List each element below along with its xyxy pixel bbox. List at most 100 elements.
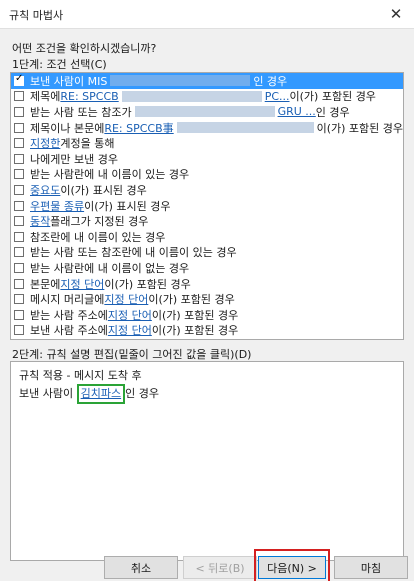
condition-checkbox[interactable]	[14, 278, 24, 289]
condition-text: 본문에	[30, 277, 61, 291]
condition-checkbox[interactable]	[14, 309, 24, 320]
condition-row[interactable]: 제목이나 본문에 RE: SPCCB事 이(가) 포함된 경우	[11, 120, 403, 136]
condition-row[interactable]: 메시지 머리글에 지정 단어 이(가) 포함된 경우	[11, 291, 403, 307]
condition-text: 보낸 사람이 MIS	[30, 74, 108, 88]
button-row: 취소 < 뒤로(B) 다음(N) > 마침	[0, 556, 414, 581]
condition-row[interactable]: 범주가 범주(으)로 지정된 경우	[11, 338, 403, 339]
condition-text: 이(가) 포함된 경우	[151, 324, 239, 338]
condition-row[interactable]: 지정한 계정을 통해	[11, 135, 403, 151]
description-sender-suffix: 인 경우	[125, 387, 159, 400]
condition-text: 이(가) 포함된 경우	[289, 90, 376, 104]
condition-text: 인 경우	[253, 74, 288, 88]
condition-row[interactable]: 받는 사람란에 내 이름이 있는 경우	[11, 167, 403, 183]
redacted-text	[121, 90, 262, 102]
description-line-apply: 규칙 적용 - 메시지 도착 후	[19, 369, 142, 382]
condition-checkbox[interactable]	[14, 247, 24, 258]
condition-checkbox[interactable]	[14, 122, 24, 133]
condition-row[interactable]: 참조란에 내 이름이 있는 경우	[11, 229, 403, 245]
condition-value-link[interactable]: 지정 단어	[108, 323, 152, 339]
condition-row[interactable]: 본문에 지정 단어 이(가) 포함된 경우	[11, 276, 403, 292]
condition-checkbox[interactable]	[14, 216, 24, 227]
condition-row[interactable]: 받는 사람 또는 참조란에 내 이름이 있는 경우	[11, 245, 403, 261]
condition-value-link[interactable]: GRU ...	[278, 105, 316, 118]
condition-row[interactable]: 받는 사람 주소에 지정 단어 이(가) 포함된 경우	[11, 307, 403, 323]
condition-text: 인 경우	[315, 105, 350, 119]
condition-value-link[interactable]: 중요도	[30, 182, 60, 198]
rules-wizard-dialog: 어떤 조건을 확인하시겠습니까? 1단계: 조건 선택(C) ✓ 보낸 사람이 M…	[0, 28, 414, 581]
title-bar: 규칙 마법사 ✕	[0, 0, 414, 28]
condition-value-link[interactable]: PC...	[265, 90, 290, 103]
condition-text: 이(가) 포함된 경우	[316, 121, 403, 135]
redacted-text	[176, 122, 314, 134]
condition-text: 보낸 사람 주소에	[30, 324, 108, 338]
condition-text: 받는 사람 또는 참조란에 내 이름이 있는 경우	[30, 246, 237, 260]
condition-text: 이(가) 포함된 경우	[148, 293, 235, 307]
close-icon[interactable]: ✕	[386, 4, 406, 24]
condition-text: 제목이나 본문에	[30, 121, 105, 135]
condition-checkbox[interactable]	[14, 106, 24, 117]
condition-row[interactable]: 받는 사람란에 내 이름이 없는 경우	[11, 260, 403, 276]
condition-checkbox[interactable]	[14, 200, 24, 211]
finish-button[interactable]: 마침	[334, 556, 408, 579]
condition-checkbox[interactable]	[14, 262, 24, 273]
conditions-list[interactable]: ✓ 보낸 사람이 MIS 인 경우 제목에 RE: SPCCB PC... 이(가) 포함…	[10, 72, 404, 340]
condition-text: 이(가) 포함된 경우	[151, 308, 239, 322]
condition-checkbox[interactable]	[14, 294, 24, 305]
condition-row[interactable]: ✓ 보낸 사람이 MIS 인 경우	[11, 73, 403, 89]
condition-text: 계정을 통해	[60, 137, 115, 151]
condition-checkbox[interactable]	[14, 91, 24, 102]
condition-value-link[interactable]: 동작	[30, 213, 50, 229]
condition-checkbox[interactable]: ✓	[14, 73, 24, 86]
condition-text: 범주가	[30, 338, 60, 339]
condition-value-link[interactable]: 지정 단어	[60, 276, 104, 292]
condition-text: 제목에	[30, 90, 61, 104]
cancel-button[interactable]: 취소	[104, 556, 178, 579]
condition-value-link[interactable]: RE: SPCCB事	[104, 120, 173, 136]
redacted-text	[134, 106, 275, 118]
condition-checkbox[interactable]	[14, 153, 24, 164]
question-text: 어떤 조건을 확인하시겠습니까?	[12, 42, 157, 55]
rule-description-box: 규칙 적용 - 메시지 도착 후 보낸 사람이 김치파스 인 경우	[10, 361, 404, 561]
description-sender-prefix: 보낸 사람이	[19, 387, 77, 400]
window-title: 규칙 마법사	[9, 9, 64, 22]
condition-text: 받는 사람 또는 참조가	[30, 105, 132, 119]
condition-text: 나에게만 보낸 경우	[30, 152, 118, 166]
condition-checkbox[interactable]	[14, 184, 24, 195]
condition-text: 받는 사람 주소에	[30, 308, 108, 322]
condition-text: 참조란에 내 이름이 있는 경우	[30, 230, 166, 244]
sender-value-link[interactable]: 김치파스	[81, 387, 121, 400]
condition-value-link[interactable]: 지정한	[30, 135, 60, 151]
description-line-sender: 보낸 사람이 김치파스 인 경우	[19, 384, 395, 404]
condition-row[interactable]: 받는 사람 또는 참조가 GRU ... 인 경우	[11, 104, 403, 120]
condition-text: (으)로 지정된 경우	[81, 338, 167, 339]
step1-label: 1단계: 조건 선택(C)	[12, 58, 107, 71]
condition-row[interactable]: 보낸 사람 주소에 지정 단어 이(가) 포함된 경우	[11, 323, 403, 339]
step2-label: 2단계: 규칙 설명 편집(밑줄이 그어진 값을 클릭)(D)	[12, 348, 252, 361]
condition-value-link[interactable]: 범주	[60, 338, 80, 339]
condition-checkbox[interactable]	[14, 169, 24, 180]
condition-text: 이(가) 표시된 경우	[60, 183, 147, 197]
condition-value-link[interactable]: 지정 단어	[104, 291, 148, 307]
condition-checkbox[interactable]	[14, 231, 24, 242]
condition-row[interactable]: 우편물 종류 이(가) 표시된 경우	[11, 198, 403, 214]
condition-text: 받는 사람란에 내 이름이 없는 경우	[30, 261, 190, 275]
condition-value-link[interactable]: 우편물 종류	[30, 198, 84, 214]
highlight-box-red	[254, 549, 330, 581]
condition-row[interactable]: 중요도 이(가) 표시된 경우	[11, 182, 403, 198]
condition-value-link[interactable]: RE: SPCCB	[60, 90, 118, 103]
redacted-text	[110, 75, 251, 87]
condition-text: 이(가) 포함된 경우	[104, 277, 191, 291]
back-button[interactable]: < 뒤로(B)	[183, 556, 257, 579]
condition-text: 메시지 머리글에	[30, 293, 105, 307]
condition-row[interactable]: 나에게만 보낸 경우	[11, 151, 403, 167]
highlight-box-green: 김치파스	[76, 384, 126, 404]
condition-text: 이(가) 표시된 경우	[84, 199, 171, 213]
condition-value-link[interactable]: 지정 단어	[108, 307, 152, 323]
check-icon: ✓	[15, 73, 24, 84]
condition-checkbox[interactable]	[14, 325, 24, 336]
condition-row[interactable]: 동작 플래그가 지정된 경우	[11, 213, 403, 229]
condition-checkbox[interactable]	[14, 138, 24, 149]
condition-text: 받는 사람란에 내 이름이 있는 경우	[30, 168, 190, 182]
condition-row[interactable]: 제목에 RE: SPCCB PC... 이(가) 포함된 경우	[11, 89, 403, 105]
condition-text: 플래그가 지정된 경우	[50, 215, 149, 229]
